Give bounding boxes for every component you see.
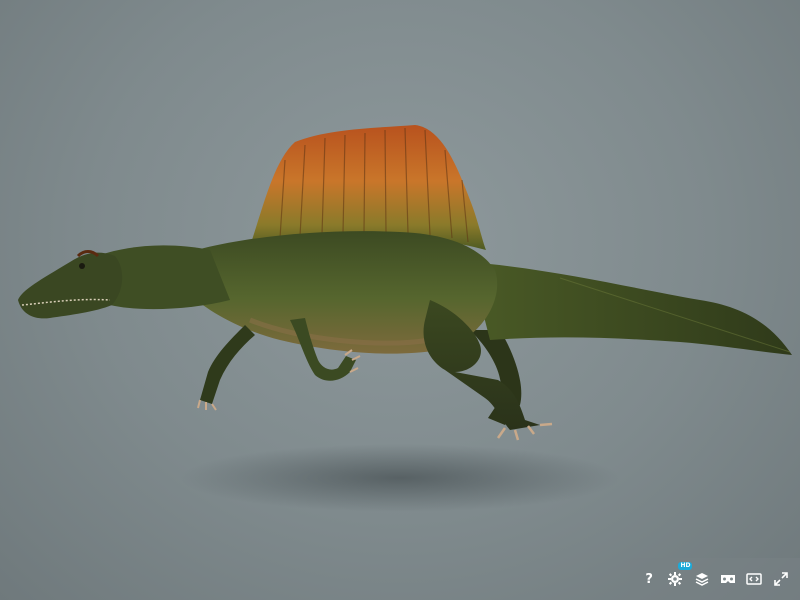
gear-icon [668, 572, 683, 586]
eye [79, 263, 85, 269]
question-mark-icon: ? [645, 571, 653, 587]
model-canvas[interactable] [0, 0, 800, 600]
layers-icon [695, 573, 709, 586]
vr-headset-icon [721, 575, 736, 583]
settings-button[interactable]: HD [664, 562, 693, 590]
layers-button[interactable] [691, 568, 713, 590]
embed-icon [746, 573, 763, 585]
tail [470, 262, 792, 355]
fullscreen-icon [773, 572, 788, 586]
help-button[interactable]: ? [638, 568, 660, 590]
fullscreen-button[interactable] [770, 568, 792, 590]
vr-button[interactable] [717, 568, 739, 590]
viewer-toolbar: ? HD [630, 558, 800, 600]
model-viewer[interactable]: ? HD [0, 0, 800, 600]
embed-button[interactable] [743, 568, 765, 590]
head [18, 252, 123, 319]
model-shadow [180, 444, 620, 512]
spinosaurus-model[interactable] [18, 125, 792, 441]
far-arm [200, 325, 255, 404]
